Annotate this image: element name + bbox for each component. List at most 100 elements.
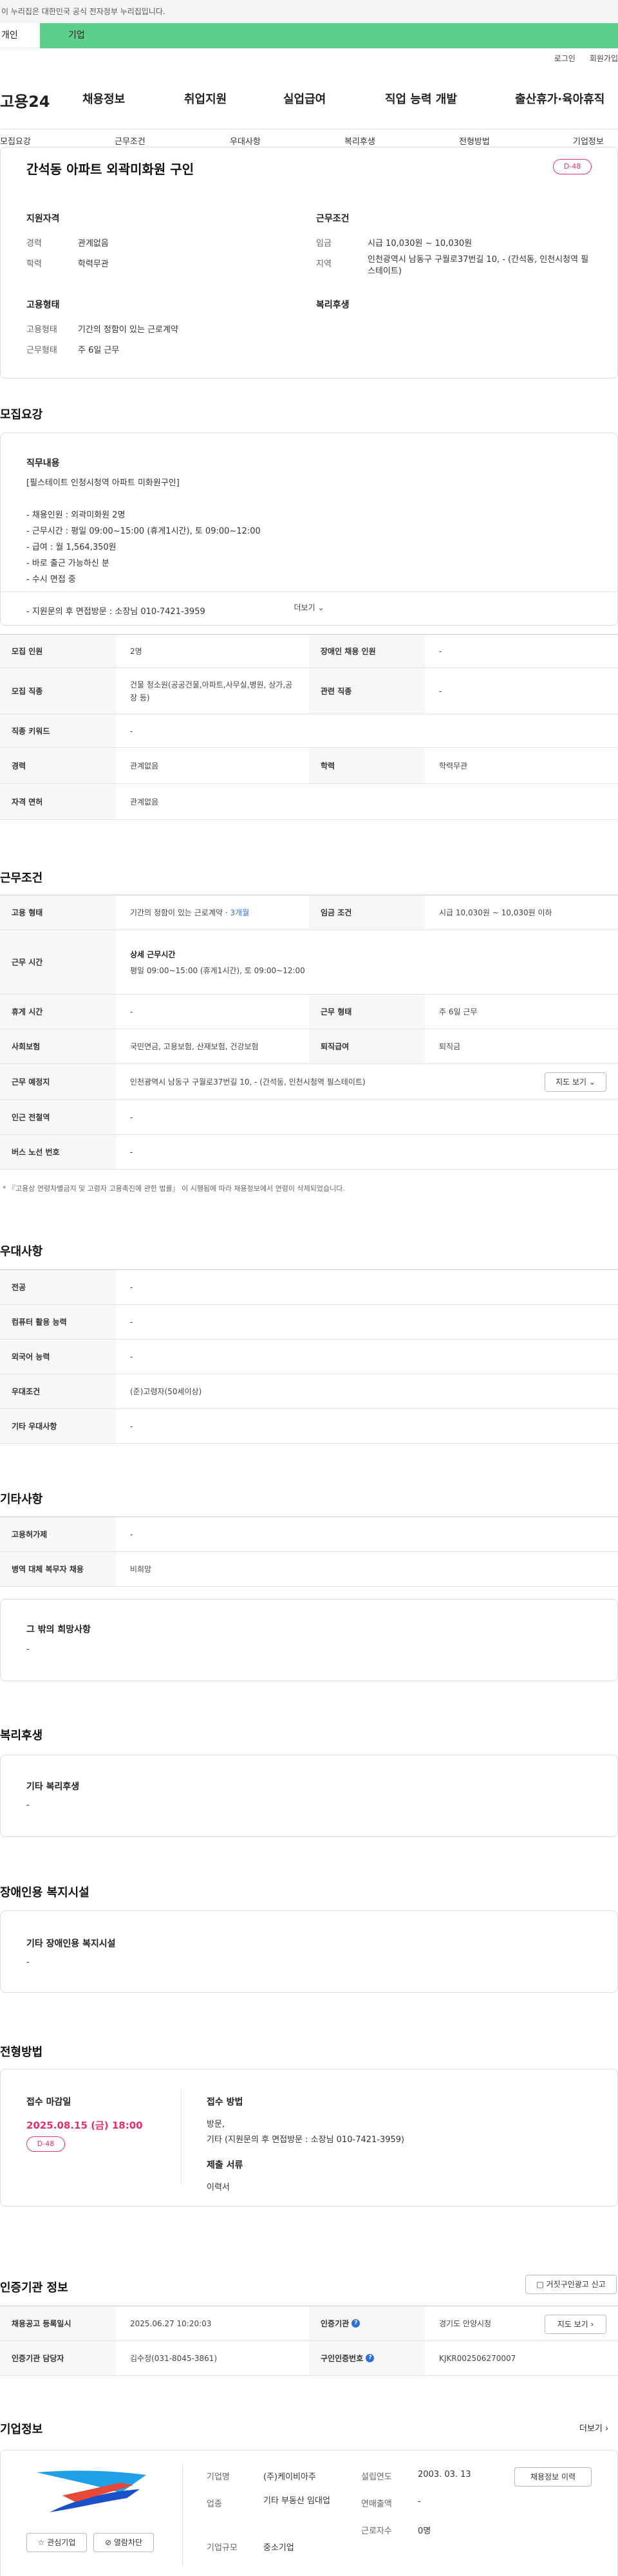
table-cell: 관계없음 — [130, 798, 159, 807]
section-title-welfare: 복리후생 — [0, 1729, 43, 1742]
favorite-company-button[interactable]: ☆ 관심기업 — [26, 2533, 87, 2552]
disability-box-value: - — [26, 1957, 30, 1967]
table-row: 직종 키워드 - — [0, 714, 618, 748]
cert-number-label: 구인인증번호 — [321, 2354, 364, 2363]
signup-link[interactable]: 회원가입 — [590, 53, 618, 64]
nav-item-employment-support[interactable]: 취업지원 — [184, 90, 227, 107]
table-cell: 상세 근무시간 평일 09:00~15:00 (휴게1시간), 토 09:00~… — [130, 930, 581, 994]
more-label: 더보기 — [294, 603, 315, 612]
anchor-recruit[interactable]: 모집요강 — [0, 135, 31, 147]
company-name-label: 기업명 — [207, 2472, 230, 2482]
welfare-box-value: - — [26, 1800, 30, 1810]
info-icon[interactable]: ? — [366, 2354, 375, 2362]
company-more-link[interactable]: 더보기 › — [579, 2422, 608, 2434]
report-button-label: 거짓구인광고 신고 — [546, 2280, 606, 2289]
qualification-heading: 지원자격 — [26, 214, 60, 224]
chevron-right-icon: › — [605, 2424, 609, 2434]
education-label: 학력 — [26, 259, 42, 269]
tab-business[interactable]: 기업 — [40, 23, 618, 48]
duty-line — [26, 492, 580, 508]
deadline-value: 2025.08.15 (금) 18:00 — [26, 2120, 143, 2131]
section-title-preference: 우대사항 — [0, 1245, 43, 1258]
documents-value: 이력서 — [207, 2183, 230, 2192]
chevron-right-icon: › — [590, 2320, 594, 2329]
duty-line: - 수시 면접 중 — [26, 575, 76, 584]
cert-map-button[interactable]: 지도 보기 › — [545, 2315, 606, 2334]
method-line: 방문, — [207, 2120, 225, 2129]
company-size-label: 기업규모 — [207, 2543, 238, 2553]
table-header: 직종 키워드 — [0, 714, 116, 747]
gov-banner: 이 누리집은 대한민국 공식 전자정부 누리집입니다. — [0, 0, 618, 23]
table-row: 경력 관계없음 학력 학력무관 — [0, 748, 618, 784]
duty-card: 직무내용 [필스테이트 인청시청역 아파트 미화원구인] - 채용인원 : 외곽… — [0, 433, 618, 626]
section-title-selection: 전형방법 — [0, 2046, 43, 2059]
cert-agency-label: 인증기관 — [321, 2319, 350, 2328]
table-cell: - — [130, 1147, 133, 1157]
sales-value: - — [418, 2497, 421, 2506]
table-row: 사회보험 국민연금, 고용보험, 산재보험, 건강보험 퇴직급여 퇴직금 — [0, 1029, 618, 1064]
job-title: 간석동 아파트 외곽미화원 구인 — [26, 162, 194, 177]
welfare-card: 기타 복리후생 - — [0, 1755, 618, 1837]
table-header: 휴게 시간 — [0, 994, 116, 1029]
star-icon: ☆ — [37, 2538, 45, 2547]
table-row: 인근 전철역 - — [0, 1100, 618, 1135]
company-name-value: (주)케이비아주 — [263, 2472, 316, 2482]
nav-item-unemployment-benefit[interactable]: 실업급여 — [283, 90, 326, 107]
table-header: 우대조건 — [0, 1374, 116, 1408]
method-heading: 접수 방법 — [207, 2097, 243, 2107]
anchor-company[interactable]: 기업정보 — [573, 135, 604, 147]
table-row: 컴퓨터 활용 능력 - — [0, 1305, 618, 1339]
table-cell: 주 6일 근무 — [439, 1007, 478, 1016]
recruit-table: 모집 인원 2명 장애인 채용 인원 - 모집 직종 건물 청소원(공공건물,아… — [0, 634, 618, 821]
table-cell: 국민연금, 고용보험, 산재보험, 건강보험 — [130, 1042, 259, 1051]
favorite-label: 관심기업 — [47, 2538, 76, 2547]
table-cell: - — [130, 1112, 133, 1122]
anchor-work[interactable]: 근무조건 — [115, 135, 145, 147]
table-cell: 2025.06.27 10:20:03 — [130, 2319, 212, 2328]
report-false-ad-button[interactable]: □ 거짓구인광고 신고 — [525, 2275, 617, 2294]
duty-heading: 직무내용 — [26, 458, 60, 469]
tab-individual[interactable]: 개인 — [0, 23, 40, 48]
table-row: 근무 예정지 인천광역시 남동구 구월로37번길 10, - (간석동, 인천시… — [0, 1064, 618, 1100]
table-cell: - — [130, 1007, 133, 1016]
login-link[interactable]: 로그인 — [554, 53, 576, 64]
wage-value: 시급 10,030원 ~ 10,030원 — [368, 239, 473, 248]
nav-item-jobs[interactable]: 채용정보 — [82, 90, 125, 107]
anchor-welfare[interactable]: 복리후생 — [344, 135, 375, 147]
info-icon[interactable]: ? — [351, 2319, 360, 2328]
etc-table: 고용허가제 - 병역 대체 복무자 채용 비희망 — [0, 1517, 618, 1587]
work-type-label: 근무형태 — [26, 346, 57, 355]
anchor-selection[interactable]: 전형방법 — [459, 135, 490, 147]
career-label: 경력 — [26, 239, 42, 248]
block-view-button[interactable]: ⊘ 열람차단 — [93, 2533, 154, 2552]
company-logo — [24, 2467, 159, 2519]
table-cell: 건물 청소원(공공건물,아파트,사무실,병원, 상가,공장 등) — [130, 680, 293, 702]
recruit-history-button[interactable]: 채용정보 이력 — [514, 2467, 592, 2487]
table-header: 임금 조건 — [309, 895, 425, 929]
block-label: 열람차단 — [113, 2538, 143, 2547]
report-icon: □ — [536, 2280, 544, 2289]
anchor-preference[interactable]: 우대사항 — [230, 135, 261, 147]
table-row: 휴게 시간 - 근무 형태 주 6일 근무 — [0, 994, 618, 1029]
employment-type-value: 기간의 정함이 있는 근로계약 — [78, 325, 178, 335]
duty-line: - 급여 : 월 1,564,350원 — [26, 543, 117, 552]
location-value: 인천광역시 남동구 구월로37번길 10, - (간석동, 인천시청역 필스테이… — [368, 255, 589, 276]
table-row: 채용공고 등록일시 2025.06.27 10:20:03 인증기관 ? 경기도… — [0, 2306, 618, 2341]
duty-line: - 근무시간 : 평일 09:00~15:00 (휴게1시간), 토 09:00… — [26, 527, 261, 536]
other-wishes-card: 그 밖의 희망사항 - — [0, 1599, 618, 1681]
founded-label: 설립연도 — [361, 2472, 392, 2482]
section-title-work: 근무조건 — [0, 872, 43, 885]
method-line: 기타 (지원문의 후 면접방문 : 소장님 010-7421-3959) — [207, 2135, 405, 2145]
table-cell: 인천광역시 남동구 구월로37번길 10, - (간석동, 인천시청역 필스테이… — [130, 1078, 366, 1087]
more-button[interactable]: 더보기 ⌄ — [1, 602, 617, 613]
member-type-tabs: 개인 기업 — [0, 23, 618, 48]
nav-item-vocational-training[interactable]: 직업 능력 개발 — [385, 90, 457, 107]
table-cell: 퇴직금 — [439, 1042, 461, 1051]
selection-card: 접수 마감일 2025.08.15 (금) 18:00 D-48 접수 방법 방… — [0, 2069, 618, 2207]
map-button[interactable]: 지도 보기 ⌄ — [545, 1072, 606, 1092]
nav-item-parental-leave[interactable]: 출산휴가·육아휴직 — [515, 90, 604, 107]
table-row: 모집 직종 건물 청소원(공공건물,아파트,사무실,병원, 상가,공장 등) 관… — [0, 668, 618, 714]
table-header: 컴퓨터 활용 능력 — [0, 1305, 116, 1339]
deadline-heading: 접수 마감일 — [26, 2097, 71, 2107]
table-header: 채용공고 등록일시 — [0, 2306, 116, 2340]
